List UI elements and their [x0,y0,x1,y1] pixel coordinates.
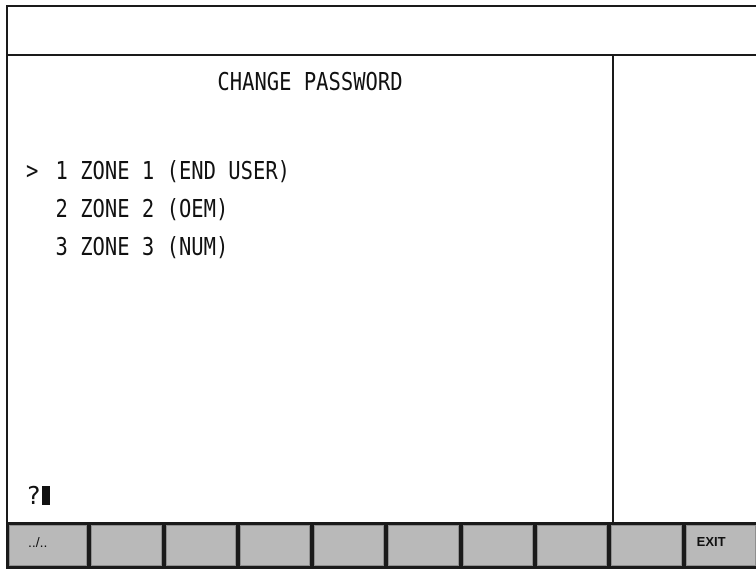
softkey-6[interactable] [388,525,459,566]
side-panel [614,56,756,522]
cnc-screen: CHANGE PASSWORD >1 ZONE 1 (END USER) 2 Z… [6,5,756,522]
softkey-next-page[interactable]: ../.. [9,525,88,566]
softkey-2[interactable] [91,525,162,566]
menu-item-zone-2[interactable]: 2 ZONE 2 (OEM) [26,190,290,228]
zone-menu: >1 ZONE 1 (END USER) 2 ZONE 2 (OEM) 3 ZO… [26,152,348,266]
text-cursor-icon [42,486,51,505]
main-panel: CHANGE PASSWORD >1 ZONE 1 (END USER) 2 Z… [8,56,614,522]
softkey-9[interactable] [611,525,682,566]
softkey-5[interactable] [314,525,385,566]
menu-item-label: 2 ZONE 2 (OEM) [55,194,229,223]
softkey-7[interactable] [462,525,534,566]
input-prompt[interactable]: ? [26,481,51,510]
softkey-bar: ../.. EXIT [6,522,756,569]
selection-cursor-icon: > [26,156,39,185]
menu-item-label: 3 ZONE 3 (NUM) [55,232,229,261]
menu-item-zone-3[interactable]: 3 ZONE 3 (NUM) [26,228,290,266]
page-title: CHANGE PASSWORD [217,67,403,96]
softkey-8[interactable] [537,525,608,566]
menu-item-zone-1[interactable]: >1 ZONE 1 (END USER) [26,152,290,190]
softkey-3[interactable] [165,525,236,566]
header-bar [8,7,756,56]
menu-item-label: 1 ZONE 1 (END USER) [55,156,291,185]
softkey-4[interactable] [239,525,311,566]
softkey-exit[interactable]: EXIT [685,525,756,566]
prompt-symbol: ? [26,481,42,510]
